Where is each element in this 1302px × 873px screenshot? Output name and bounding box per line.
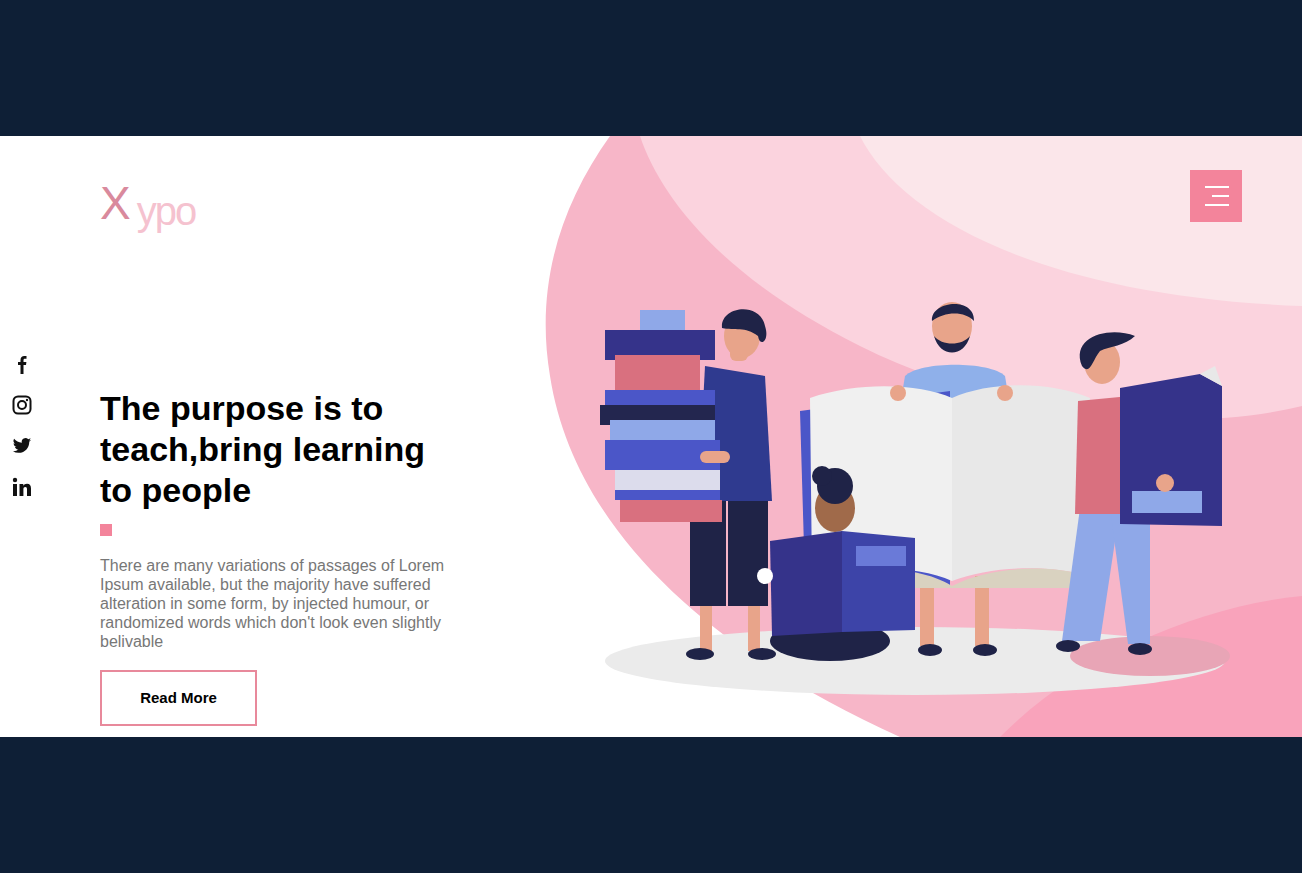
facebook-icon[interactable] (12, 354, 32, 374)
menu-line (1205, 186, 1229, 188)
instagram-icon[interactable] (12, 395, 32, 415)
linkedin-icon[interactable] (12, 477, 32, 497)
menu-line (1212, 195, 1229, 197)
logo-text: ypo (137, 189, 196, 233)
logo[interactable]: X ypo (100, 178, 450, 234)
hero-description: There are many variations of passages of… (100, 556, 445, 651)
social-links (0, 136, 100, 737)
twitter-icon[interactable] (12, 436, 32, 456)
hero-section: X ypo The purpose is to teach,bring lear… (0, 136, 1302, 737)
top-band (0, 0, 1302, 136)
read-more-button[interactable]: Read More (100, 670, 257, 726)
hero-content: X ypo The purpose is to teach,bring lear… (100, 136, 450, 737)
bottom-band (0, 737, 1302, 873)
accent-square (100, 524, 112, 536)
hero-title: The purpose is to teach,bring learning t… (100, 388, 450, 511)
menu-button[interactable] (1190, 170, 1242, 222)
logo-initial: X (100, 178, 131, 228)
menu-line (1205, 204, 1229, 206)
